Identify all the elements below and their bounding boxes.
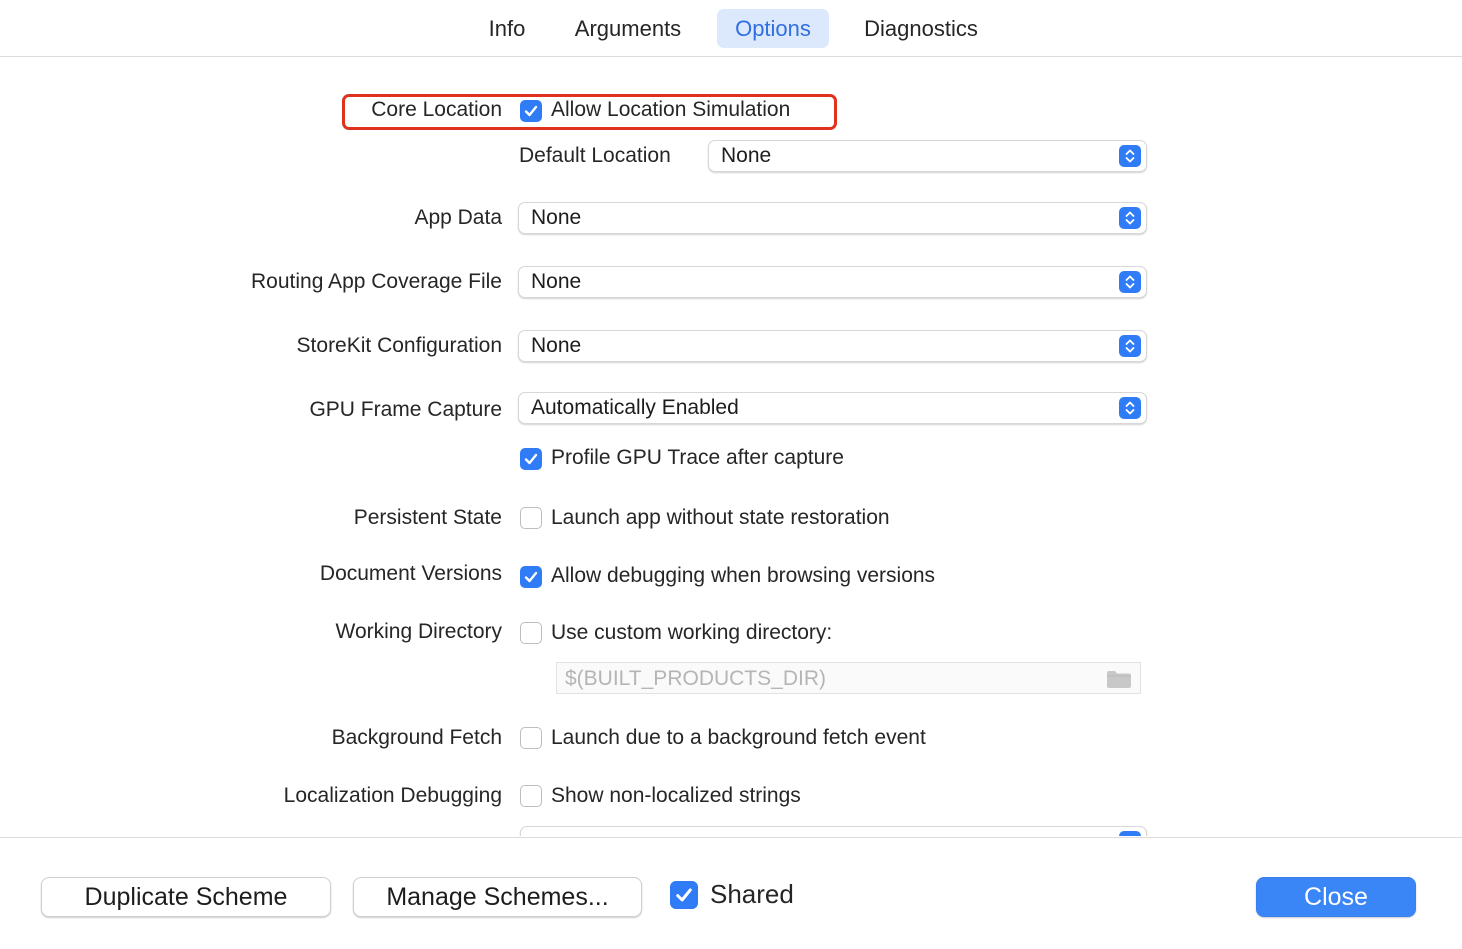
- localization-debugging-label: Localization Debugging: [283, 784, 502, 807]
- background-fetch-label: Background Fetch: [331, 726, 502, 749]
- gpu-frame-capture-value: Automatically Enabled: [531, 396, 739, 419]
- gpu-frame-capture-label: GPU Frame Capture: [309, 398, 502, 421]
- popup-arrows-icon: [1119, 397, 1141, 419]
- allow-debugging-versions-label: Allow debugging when browsing versions: [551, 564, 936, 587]
- tab-bar: Info Arguments Options Diagnostics: [0, 0, 1462, 57]
- background-fetch-checkbox-label: Launch due to a background fetch event: [551, 726, 926, 749]
- storekit-popup[interactable]: None: [518, 330, 1147, 362]
- popup-arrows-icon: [1119, 145, 1141, 167]
- folder-icon[interactable]: [1106, 669, 1132, 694]
- routing-coverage-label: Routing App Coverage File: [251, 270, 502, 293]
- options-content: Info Arguments Options Diagnostics Core …: [0, 0, 1462, 836]
- checkmark-icon: [676, 888, 692, 902]
- default-location-label: Default Location: [519, 144, 671, 167]
- working-directory-field[interactable]: $(BUILT_PRODUCTS_DIR): [556, 662, 1141, 694]
- default-location-popup[interactable]: None: [708, 140, 1147, 172]
- custom-working-directory-label: Use custom working directory:: [551, 621, 833, 644]
- tab-arguments[interactable]: Arguments: [562, 9, 694, 48]
- manage-schemes-button[interactable]: Manage Schemes...: [353, 877, 642, 917]
- tab-options[interactable]: Options: [717, 9, 829, 48]
- popup-arrows-icon: [1119, 207, 1141, 229]
- popup-arrows-icon: [1119, 271, 1141, 293]
- routing-coverage-popup[interactable]: None: [518, 266, 1147, 298]
- storekit-value: None: [531, 334, 582, 357]
- shared-label: Shared: [710, 879, 794, 909]
- highlight-box: [342, 94, 837, 130]
- popup-arrows-icon: [1119, 831, 1141, 836]
- app-data-popup[interactable]: None: [518, 202, 1147, 234]
- shared-checkbox[interactable]: [670, 881, 698, 909]
- close-button[interactable]: Close: [1256, 877, 1416, 917]
- working-directory-placeholder: $(BUILT_PRODUCTS_DIR): [565, 667, 826, 690]
- profile-gpu-trace-label: Profile GPU Trace after capture: [551, 446, 844, 469]
- popup-arrows-icon: [1119, 335, 1141, 357]
- non-localized-strings-checkbox[interactable]: [520, 785, 542, 807]
- working-directory-label: Working Directory: [335, 620, 502, 643]
- document-versions-label: Document Versions: [319, 562, 502, 585]
- clipped-popup[interactable]: [520, 826, 1147, 836]
- gpu-frame-capture-popup[interactable]: Automatically Enabled: [518, 392, 1147, 424]
- non-localized-strings-label: Show non-localized strings: [551, 784, 801, 807]
- app-data-value: None: [531, 206, 582, 229]
- app-data-label: App Data: [414, 206, 502, 229]
- allow-debugging-versions-checkbox[interactable]: [520, 566, 542, 588]
- routing-coverage-value: None: [531, 270, 582, 293]
- default-location-value: None: [721, 144, 772, 167]
- custom-working-directory-checkbox[interactable]: [520, 622, 542, 644]
- tab-diagnostics[interactable]: Diagnostics: [850, 9, 992, 48]
- persistent-state-label: Persistent State: [353, 506, 502, 529]
- checkmark-icon: [524, 571, 538, 583]
- profile-gpu-trace-checkbox[interactable]: [520, 448, 542, 470]
- launch-without-restoration-label: Launch app without state restoration: [551, 506, 890, 529]
- duplicate-scheme-button[interactable]: Duplicate Scheme: [41, 877, 331, 917]
- background-fetch-checkbox[interactable]: [520, 727, 542, 749]
- storekit-label: StoreKit Configuration: [296, 334, 502, 357]
- launch-without-restoration-checkbox[interactable]: [520, 507, 542, 529]
- footer-bar: Duplicate Scheme Manage Schemes... Share…: [0, 837, 1462, 949]
- checkmark-icon: [524, 453, 538, 465]
- tab-info[interactable]: Info: [476, 9, 538, 48]
